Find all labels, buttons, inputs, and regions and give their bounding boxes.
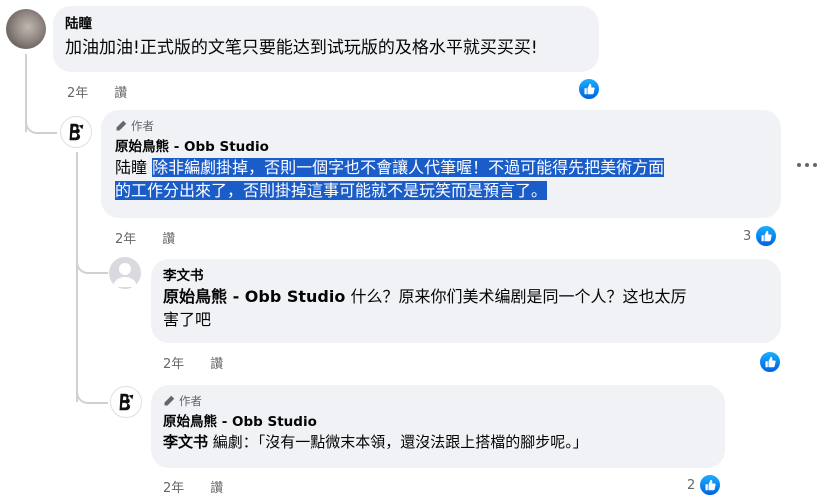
avatar[interactable] (109, 257, 141, 289)
pen-icon (164, 395, 175, 406)
mention-link[interactable]: 李文书 (163, 433, 208, 451)
thread-line (76, 152, 78, 402)
timestamp[interactable]: 2年 (163, 477, 184, 496)
obb-studio-logo (69, 123, 84, 141)
comment-bubble: 李文书 原始鳥熊 - Obb Studio 什么？原来你们美术编剧是同一个人？这… (151, 259, 781, 343)
comment-bubble: 作者 原始鳥熊 - Obb Studio 陆瞳 除非編劇掛掉，否則一個字也不會讓… (101, 110, 781, 218)
thread-line-branch (76, 380, 108, 404)
author-badge: 作者 (163, 393, 713, 409)
like-action[interactable]: 讚 (162, 228, 175, 247)
mention-link[interactable]: 原始鳥熊 - Obb Studio (163, 287, 345, 306)
obb-studio-logo (119, 393, 134, 411)
obb-studio-logo-avatar[interactable] (110, 386, 142, 418)
reaction-number: 3 (743, 228, 752, 244)
timestamp[interactable]: 2年 (163, 353, 184, 372)
reaction-count[interactable]: 2 (687, 473, 723, 497)
badge-label: 作者 (179, 394, 202, 408)
comment-meta: 2年 讚 (115, 228, 175, 247)
selected-text: 的工作分出來了，否則掛掉這事可能就不是玩笑而是預言了。 (115, 181, 548, 200)
comment-text: 加油加油!正式版的文笔只要能达到试玩版的及格水平就买买买! (65, 38, 538, 58)
comment-text: 李文书 編劇：「沒有一點微末本領，還沒法跟上搭檔的腳步呢。」 (163, 431, 713, 453)
comment-author[interactable]: 原始鳥熊 - Obb Studio (115, 138, 767, 156)
pen-icon (116, 120, 127, 131)
thumbs-up-icon (698, 473, 723, 497)
reaction-count[interactable] (755, 350, 782, 374)
thumbs-up-icon (758, 350, 782, 374)
comment-text-part: 編劇：「沒有一點微末本領，還沒法跟上搭檔的腳步呢。」 (208, 433, 588, 451)
comment-text: 陆瞳 除非編劇掛掉，否則一個字也不會讓人代筆喔！不過可能得先把美術方面 的工作分… (115, 156, 767, 202)
thread-line-branch (76, 250, 108, 274)
like-action[interactable]: 讚 (210, 477, 223, 496)
comment-bubble: 陆瞳 加油加油!正式版的文笔只要能达到试玩版的及格水平就买买买! (53, 6, 599, 72)
mention-link[interactable]: 陆瞳 (115, 158, 147, 177)
comment-text-part: 什么？原来你们美术编剧是同一个人？这也太厉 (345, 287, 687, 306)
author-badge: 作者 (115, 118, 767, 134)
comment-text: 原始鳥熊 - Obb Studio 什么？原来你们美术编剧是同一个人？这也太厉 … (163, 285, 769, 331)
obb-studio-logo-avatar[interactable] (60, 116, 92, 148)
reaction-count[interactable] (574, 77, 601, 101)
comment-thread: 陆瞳 加油加油!正式版的文笔只要能达到试玩版的及格水平就买买买! 2年 讚 作者… (0, 0, 834, 504)
like-action[interactable]: 讚 (210, 353, 223, 372)
comment-meta: 2年 讚 (163, 477, 223, 496)
avatar[interactable] (6, 9, 46, 49)
comment-author[interactable]: 李文书 (163, 267, 769, 285)
timestamp[interactable]: 2年 (115, 228, 136, 247)
timestamp[interactable]: 2年 (67, 82, 88, 101)
comment-bubble: 作者 原始鳥熊 - Obb Studio 李文书 編劇：「沒有一點微末本領，還沒… (151, 385, 725, 468)
badge-label: 作者 (131, 119, 154, 133)
reaction-number: 2 (687, 477, 696, 493)
comment-meta: 2年 讚 (67, 82, 127, 101)
selected-text: 除非編劇掛掉，否則一個字也不會讓人代筆喔！不過可能得先把美術方面 (152, 158, 665, 177)
reaction-count[interactable]: 3 (743, 224, 779, 248)
comment-author[interactable]: 陆瞳 (65, 15, 587, 33)
comment-text-part: 害了吧 (163, 310, 212, 329)
comment-meta: 2年 讚 (163, 353, 223, 372)
thumbs-up-icon (577, 77, 601, 101)
thread-line-branch (25, 100, 57, 134)
more-horizontal-icon[interactable] (797, 158, 817, 172)
default-avatar-icon (113, 263, 137, 287)
thumbs-up-icon (754, 224, 779, 248)
comment-author[interactable]: 原始鳥熊 - Obb Studio (163, 413, 713, 431)
like-action[interactable]: 讚 (114, 82, 127, 101)
